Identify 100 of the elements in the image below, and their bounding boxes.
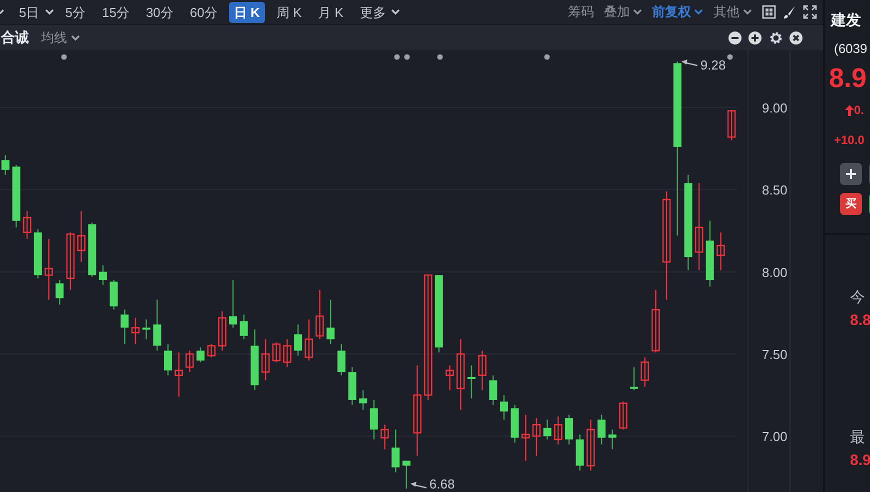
stock-title: 建发 <box>831 11 861 31</box>
change-percent: +10.0 <box>834 132 864 149</box>
candlestick <box>44 238 53 300</box>
candlestick <box>598 414 606 444</box>
candlestick <box>532 418 541 456</box>
candlestick <box>240 314 248 340</box>
period-tab[interactable]: 60分 <box>184 2 222 22</box>
period-tab[interactable]: 日 K <box>228 2 265 22</box>
marker-dot[interactable] <box>437 54 443 60</box>
y-axis-tick-label: 9.00 <box>762 100 788 116</box>
y-axis-tick-label: 7.00 <box>762 429 788 444</box>
candlestick <box>370 400 378 440</box>
candlestick <box>456 339 465 410</box>
candlestick <box>543 420 552 440</box>
period-tab[interactable]: 周 K <box>271 2 307 22</box>
price-label: 9.28 <box>700 58 726 72</box>
stat-value: 8.9 <box>850 450 870 470</box>
period-tab[interactable]: 15分 <box>96 2 134 22</box>
candlestick <box>142 319 150 340</box>
candlestick <box>467 365 476 398</box>
period-tab[interactable]: 5分 <box>60 2 90 22</box>
candlestick <box>392 430 400 472</box>
candlestick <box>565 414 573 444</box>
candlestick <box>510 404 519 443</box>
period-tab[interactable]: 30分 <box>140 2 178 22</box>
zoom-in-icon[interactable] <box>748 30 762 44</box>
candlestick <box>706 220 714 287</box>
candlestick <box>283 339 292 368</box>
candlestick <box>34 229 42 278</box>
option-menu[interactable]: 筹码 <box>568 2 594 22</box>
candlestick <box>1 155 10 175</box>
candlestick <box>576 434 584 471</box>
y-axis-tick-label: 8.00 <box>762 264 788 280</box>
caret-icon <box>71 34 80 40</box>
stat-label: 最 <box>850 428 865 448</box>
marker-dot[interactable] <box>61 54 67 60</box>
y-axis-tick-label: 7.50 <box>762 346 788 362</box>
candlestick <box>337 344 346 376</box>
candlestick <box>186 350 194 372</box>
period-tab[interactable]: 月 K <box>313 2 348 22</box>
leader-line <box>410 482 427 488</box>
caret-icon <box>0 9 4 15</box>
candlestick <box>348 367 356 405</box>
candlestick <box>131 318 140 344</box>
candlestick <box>120 310 129 344</box>
zoom-out-icon[interactable] <box>728 30 742 44</box>
settings-icon[interactable] <box>768 30 782 44</box>
candlestick <box>164 344 172 376</box>
option-menu[interactable]: 叠加 <box>604 2 630 22</box>
up-arrow-icon <box>845 104 854 116</box>
candlestick <box>380 424 389 450</box>
marker-dot[interactable] <box>544 54 550 60</box>
grid-icon[interactable] <box>762 5 776 19</box>
candlestick <box>110 280 118 310</box>
marker-dot[interactable] <box>727 54 733 60</box>
stock-code: (6039 <box>834 40 868 58</box>
candlestick <box>218 311 226 351</box>
y-axis-tick-label: 8.50 <box>762 182 788 198</box>
buy-button[interactable]: 买 <box>840 193 862 215</box>
price-change: 0. <box>854 102 864 119</box>
candlestick <box>630 367 638 390</box>
option-menu[interactable]: 前复权 <box>652 2 691 22</box>
candlestick <box>619 402 628 430</box>
period-tab[interactable]: 5日 <box>14 2 44 22</box>
brush-icon[interactable] <box>782 5 796 19</box>
marker-dot[interactable] <box>404 54 410 60</box>
option-menu[interactable]: 其他 <box>713 2 740 22</box>
price-label: 6.68 <box>429 476 455 492</box>
candlestick <box>12 165 20 228</box>
candlestick <box>500 395 508 420</box>
candlestick <box>196 347 204 362</box>
candlestick <box>229 280 238 328</box>
candlestick <box>304 319 314 361</box>
candlestick <box>652 290 660 352</box>
candlestick <box>250 329 259 390</box>
candlestick <box>88 222 96 277</box>
current-price: 8.9 <box>829 62 867 95</box>
candlestick <box>153 300 162 351</box>
candlestick <box>727 110 736 140</box>
candlestick <box>554 416 562 444</box>
candlestick <box>56 280 64 305</box>
candlestick <box>359 390 368 410</box>
candlestick <box>77 211 86 262</box>
candlestick <box>294 324 302 356</box>
period-tab[interactable]: 更多 <box>354 2 391 22</box>
indicator-menu[interactable]: 均线 <box>41 28 67 48</box>
fullscreen-icon[interactable] <box>802 5 816 19</box>
candlestick <box>478 350 486 390</box>
stock-name: 合诚 <box>1 28 29 47</box>
candlestick <box>716 232 725 270</box>
candlestick <box>402 460 410 489</box>
add-button[interactable] <box>840 163 862 185</box>
candlestick <box>261 339 270 380</box>
candlestick <box>326 300 335 344</box>
candlestick <box>608 430 616 450</box>
candlestick <box>522 414 530 461</box>
close-icon[interactable] <box>789 30 803 44</box>
candlestick <box>640 357 650 387</box>
marker-dot[interactable] <box>394 54 400 60</box>
candlestick <box>22 211 32 239</box>
